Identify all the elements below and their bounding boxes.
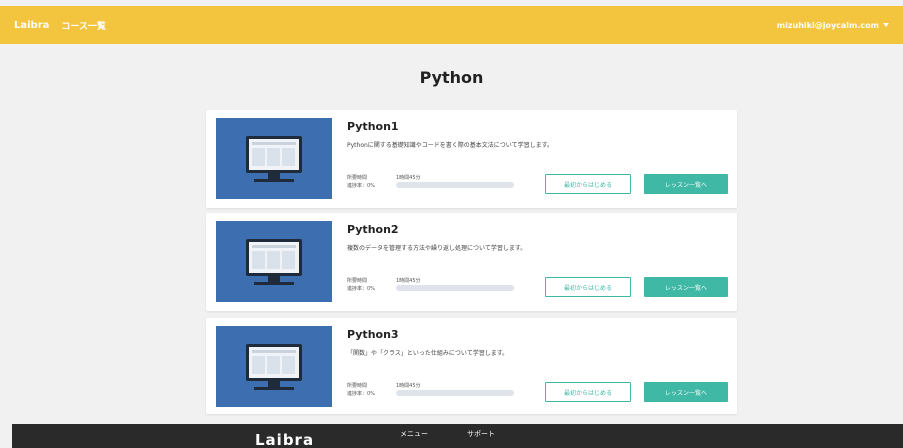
course-thumbnail — [216, 326, 332, 407]
user-menu[interactable]: mizuhiki@joycalm.com — [777, 21, 889, 30]
course-description: 複数のデータを管理する方法や繰り返し処理について学習します。 — [347, 245, 527, 252]
lesson-list-button[interactable]: レッスン一覧へ — [644, 382, 728, 402]
monitor-icon — [246, 136, 302, 173]
footer: Laibra メニュー サポート — [12, 424, 903, 448]
time-value: 1時間45分 — [396, 175, 421, 181]
progress-label: 進捗率：0% — [347, 183, 375, 189]
start-from-beginning-button[interactable]: 最初からはじめる — [545, 382, 631, 402]
footer-logo[interactable]: Laibra — [255, 431, 314, 448]
time-label: 所要時間 — [347, 175, 368, 181]
time-label: 所要時間 — [347, 278, 368, 284]
lesson-list-button[interactable]: レッスン一覧へ — [644, 174, 728, 194]
start-from-beginning-button[interactable]: 最初からはじめる — [545, 277, 631, 297]
course-title: Python1 — [347, 120, 399, 133]
course-title: Python2 — [347, 223, 399, 236]
course-meta: 所要時間 進捗率：0% — [347, 382, 375, 398]
course-title: Python3 — [347, 328, 399, 341]
footer-support-heading: サポート — [467, 430, 495, 438]
monitor-icon — [246, 239, 302, 276]
course-card: Python1 Pythonに関する基礎知識やコードを書く際の基本文法について学… — [206, 110, 737, 208]
course-list-link[interactable]: コース一覧 — [61, 19, 106, 32]
user-email: mizuhiki@joycalm.com — [776, 20, 879, 30]
course-card: Python2 複数のデータを管理する方法や繰り返し処理について学習します。 所… — [206, 213, 737, 311]
top-navbar: Laibra コース一覧 mizuhiki@joycalm.com — [0, 6, 903, 44]
course-thumbnail — [216, 118, 332, 199]
progress-bar — [396, 390, 514, 396]
course-meta: 所要時間 進捗率：0% — [347, 277, 375, 293]
course-meta: 所要時間 進捗率：0% — [347, 174, 375, 190]
time-label: 所要時間 — [347, 383, 368, 389]
brand-logo[interactable]: Laibra — [14, 20, 49, 31]
course-description: Pythonに関する基礎知識やコードを書く際の基本文法について学習します。 — [347, 142, 554, 149]
lesson-list-button[interactable]: レッスン一覧へ — [644, 277, 728, 297]
monitor-icon — [246, 344, 302, 381]
progress-bar — [396, 285, 514, 291]
progress-label: 進捗率：0% — [347, 286, 375, 292]
course-description: 「関数」や「クラス」といった仕組みについて学習します。 — [347, 350, 509, 357]
progress-label: 進捗率：0% — [347, 391, 375, 397]
course-thumbnail — [216, 221, 332, 302]
footer-menu-heading: メニュー — [400, 430, 428, 438]
progress-bar — [396, 182, 514, 188]
start-from-beginning-button[interactable]: 最初からはじめる — [545, 174, 631, 194]
caret-down-icon — [883, 23, 889, 27]
time-value: 1時間45分 — [396, 383, 421, 389]
page-title: Python — [419, 68, 484, 87]
course-card: Python3 「関数」や「クラス」といった仕組みについて学習します。 所要時間… — [206, 318, 737, 414]
time-value: 1時間45分 — [396, 278, 421, 284]
